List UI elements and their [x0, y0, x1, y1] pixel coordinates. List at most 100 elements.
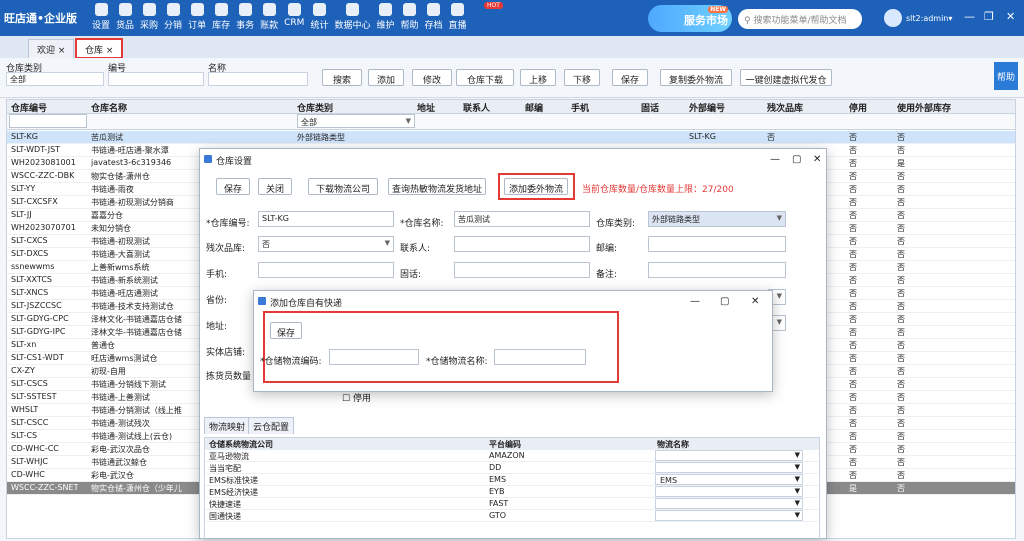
mobile-field[interactable] [258, 262, 394, 278]
maximize-icon[interactable]: ▢ [720, 296, 729, 307]
logistics-name-field[interactable] [494, 349, 586, 365]
table-cell: 当当宅配 [209, 464, 241, 473]
column-header[interactable]: 停用 [849, 101, 867, 114]
toolbar-button[interactable]: 下移 [564, 69, 600, 86]
column-header[interactable]: 地址 [417, 101, 435, 114]
phone-field[interactable] [454, 262, 590, 278]
query-address-button[interactable]: 查询热敏物流发货地址 [388, 178, 486, 195]
column-header[interactable]: 联系人 [463, 101, 490, 114]
name-filter-input[interactable] [208, 72, 308, 86]
menu-item[interactable]: 分销 [161, 3, 185, 31]
column-header[interactable]: 固话 [641, 101, 659, 114]
name-field[interactable]: 苦瓜测试 [454, 211, 590, 227]
service-market-button[interactable]: 服务市场 NEW [648, 5, 732, 32]
minimize-icon[interactable]: — [690, 296, 700, 307]
dialog-title: 添加仓库自有快递 [270, 299, 343, 309]
close-icon[interactable]: ✕ [813, 154, 821, 165]
menu-item[interactable]: 采购 [137, 3, 161, 31]
table-row[interactable]: 亚马逊物流 AMAZON ▼ [205, 450, 819, 462]
menu-item[interactable]: 账款 [257, 3, 281, 31]
toolbar-button[interactable]: 添加 [368, 69, 404, 86]
grid-type-filter[interactable]: 全部 ▼ [297, 114, 415, 128]
save-button[interactable]: 保存 [270, 322, 302, 339]
menu-item[interactable]: 数据中心 [331, 3, 373, 31]
column-header[interactable]: 外部编号 [689, 101, 725, 114]
menu-item[interactable]: 事务 [233, 3, 257, 31]
column-header[interactable]: 仓库名称 [91, 101, 127, 114]
code-field[interactable]: SLT-KG [258, 211, 394, 227]
menu-item[interactable]: 货品 [113, 3, 137, 31]
table-cell: 否 [897, 419, 905, 428]
menu-item[interactable]: 设置 [89, 3, 113, 31]
logistics-name-select[interactable]: ▼ [655, 462, 803, 473]
logistics-name-select[interactable]: ▼ [655, 486, 803, 497]
restore-icon[interactable]: ❐ [984, 10, 994, 23]
table-row[interactable]: EMS经济快递 EYB ▼ [205, 486, 819, 498]
tab-logistics-mapping[interactable]: 物流映射 [204, 417, 251, 434]
table-cell: 书链通-旺店通测试 [91, 289, 158, 298]
download-logistics-button[interactable]: 下载物流公司 [308, 178, 378, 195]
toolbar-button[interactable]: 复制委外物流 [660, 69, 732, 86]
toolbar-button[interactable]: 一键创建虚拟代发仓 [740, 69, 832, 86]
type-label: 仓库类别: [596, 219, 636, 229]
type-filter-select[interactable]: 全部 [6, 72, 104, 86]
chevron-down-icon: ▼ [405, 117, 411, 125]
disable-checkbox[interactable]: ☐ 停用 [342, 391, 371, 404]
tab-cloud-config[interactable]: 云仓配置 [248, 417, 295, 434]
logistics-name-select[interactable]: EMS ▼ [655, 474, 803, 485]
menu-item[interactable]: 帮助 [397, 3, 421, 31]
tab-warehouse[interactable]: 仓库 × [74, 38, 124, 59]
column-header[interactable]: 残次品库 [767, 101, 803, 114]
zip-field[interactable] [648, 236, 786, 252]
table-row[interactable]: EMS标准快递 EMS EMS ▼ [205, 474, 819, 486]
toolbar-button[interactable]: 仓库下载 [456, 69, 514, 86]
menu-item[interactable]: 订单 [185, 3, 209, 31]
save-button[interactable]: 保存 [216, 178, 250, 195]
column-header[interactable]: 仓库编号 [11, 101, 47, 114]
close-button[interactable]: 关闭 [258, 178, 292, 195]
toolbar-button[interactable]: 修改 [412, 69, 452, 86]
search-input[interactable]: ⚲ 搜索功能菜单/帮助文档 [738, 9, 862, 29]
table-row[interactable]: SLT-KG 苦瓜测试 外部链路类型 SLT-KG 否 否 否 [7, 131, 1015, 144]
menu-item[interactable]: 直播 [446, 3, 470, 31]
table-cell: WHSLT [11, 405, 39, 414]
table-row[interactable]: 快捷速递 FAST ▼ [205, 498, 819, 510]
menu-item[interactable]: 存档 [422, 3, 446, 31]
column-header[interactable]: 手机 [571, 101, 589, 114]
contact-field[interactable] [454, 236, 590, 252]
menu-item[interactable]: 库存 [209, 3, 233, 31]
menu-label: 订单 [188, 21, 207, 31]
grid-code-filter[interactable] [9, 114, 87, 128]
close-icon[interactable]: ✕ [751, 296, 759, 307]
grid-header: 仓库编号 仓库名称 仓库类别 地址 联系人 邮编 手机 固话 外部编号 残次品库 停用 使用外部库存 [7, 100, 1015, 114]
remark-field[interactable] [648, 262, 786, 278]
minimize-icon[interactable]: — [964, 10, 975, 23]
table-cell: 普通仓 [91, 341, 115, 350]
menu-item[interactable]: CRM [281, 3, 307, 31]
tab-welcome[interactable]: 欢迎 × [28, 39, 75, 58]
column-header[interactable]: 使用外部库存 [897, 101, 951, 114]
logistics-name-select[interactable]: ▼ [655, 510, 803, 521]
logistics-name-select[interactable]: ▼ [655, 450, 803, 461]
column-header[interactable]: 仓库类别 [297, 101, 333, 114]
column-header[interactable]: 邮编 [525, 101, 543, 114]
help-button[interactable]: 帮助 [994, 62, 1018, 90]
logistics-code-field[interactable] [329, 349, 419, 365]
minimize-icon[interactable]: — [770, 154, 780, 165]
close-icon[interactable]: × [106, 46, 114, 56]
table-row[interactable]: 当当宅配 DD ▼ [205, 462, 819, 474]
close-icon[interactable]: ✕ [1006, 10, 1015, 23]
maximize-icon[interactable]: ▢ [792, 154, 801, 165]
close-icon[interactable]: × [58, 46, 66, 56]
type-select[interactable]: 外部链路类型 ▼ [648, 211, 786, 227]
defect-select[interactable]: 否 ▼ [258, 236, 394, 252]
toolbar-button[interactable]: 上移 [520, 69, 556, 86]
code-filter-input[interactable] [108, 72, 204, 86]
menu-item[interactable]: 统计 [307, 3, 331, 31]
logistics-name-select[interactable]: ▼ [655, 498, 803, 509]
table-row[interactable]: 国通快递 GTO ▼ [205, 510, 819, 522]
toolbar-button[interactable]: 搜索 [322, 69, 362, 86]
toolbar-button[interactable]: 保存 [612, 69, 648, 86]
menu-item[interactable]: 维护 [373, 3, 397, 31]
user-menu[interactable]: slt2:admin ▾ [884, 9, 952, 27]
